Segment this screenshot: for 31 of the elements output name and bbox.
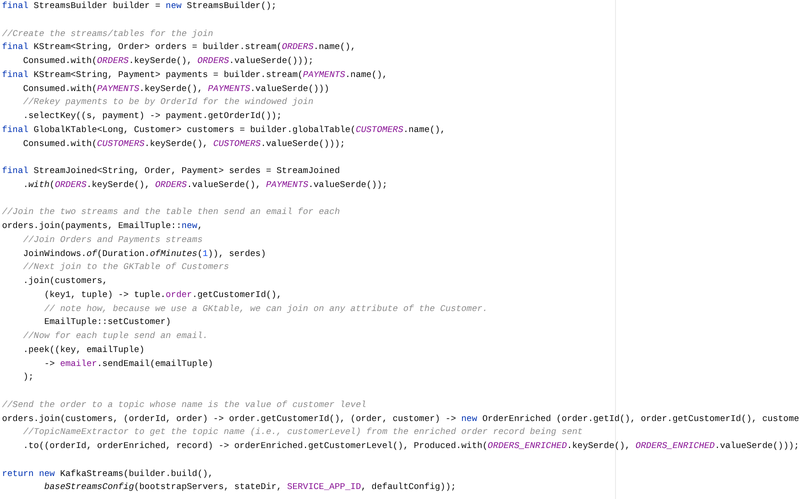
code-line: // note how, because we use a GKtable, we can join on any attribute of the Customer. [43,302,488,316]
code-line: .join(customers, [22,275,108,288]
code-line: EmailTuple::setCustomer) [43,316,171,330]
code-line: final GlobalKTable<Long, Customer> customers = builder.globalTable(CUSTOMERS.name(), [2,124,446,137]
code-line: //Join Orders and Payments streams [22,234,203,247]
code-line: Consumed.with(ORDERS.keySerde(), ORDERS.valueSerde())); [22,55,314,68]
code-line: //Create the streams/tables for the join [2,28,214,40]
code-line: -> emailer.sendEmail(emailTuple) [43,358,214,370]
code-line: .to((orderId, orderEnriched, record) -> orderEnriched.getCustomerLevel(), Produced.with(ORDERS_ENRICHED.keySerde(), ORDERS_ENRICHED.valueSerde())); [22,440,800,453]
code-line: //Next join to the GKTable of Customers [22,261,229,274]
code-line: final KStream<String, Payment> payments = builder.stream(PAYMENTS.name(), [2,68,388,82]
code-line: //Rekey payments to be by OrderId for the windowed join [22,96,314,110]
code-line: orders.join(customers, (orderId, order) -> order.getCustomerId(), (order, customer) -> new OrderEnriched (order.getId(), order.getCustomerId(), custome [2,412,800,426]
code-line: //TopicNameExtractor to get the topic name (i.e., customerLevel) from the enriched order record being sent [22,426,583,440]
code-line: //Send the order to a topic whose name is the value of customer level [2,398,366,412]
code-line: .peek((key, emailTuple) [22,344,145,357]
code-line: JoinWindows.of(Duration.ofMinutes(1)), serdes) [22,248,266,260]
code-line: final StreamJoined<String, Order, Payment> serdes = StreamJoined [2,165,340,178]
code-line: .selectKey((s, payment) -> payment.getOrderId()); [22,110,282,123]
code-line: (key1, tuple) -> tuple.order.getCustomerId(), [43,288,282,302]
code-line: .with(ORDERS.keySerde(), ORDERS.valueSerde(), PAYMENTS.valueSerde()); [22,178,388,192]
code-line: final StreamsBuilder builder = new StreamsBuilder(); [2,0,277,13]
code-line: final KStream<String, Order> orders = builder.stream(ORDERS.name(), [2,41,356,54]
code-line: ); [22,371,34,384]
code-line: //Join the two streams and the table then send an email for each [2,206,340,220]
code-line: orders.join(payments, EmailTuple::new, [2,220,203,233]
code-line: Consumed.with(PAYMENTS.keySerde(), PAYMENTS.valueSerde())) [22,82,330,96]
code-line: //Now for each tuple send an email. [22,330,208,343]
code-line: return new KafkaStreams(builder.build(), [2,468,214,480]
code-line: Consumed.with(CUSTOMERS.keySerde(), CUSTOMERS.valueSerde())); [22,138,346,150]
code-line: baseStreamsConfig(bootstrapServers, stateDir, SERVICE_APP_ID, defaultConfig)); [43,481,456,494]
